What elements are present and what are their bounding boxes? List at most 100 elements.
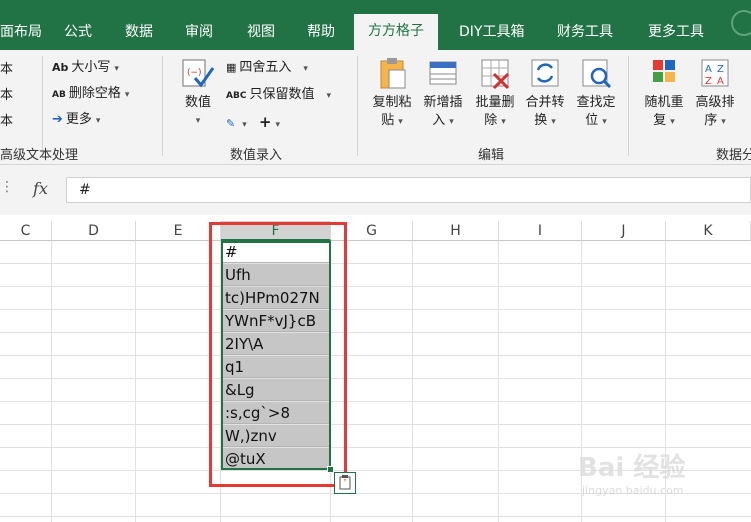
- gridline: [220, 241, 221, 522]
- text-tool-1[interactable]: 本: [0, 60, 13, 80]
- column-header-k[interactable]: K: [666, 221, 751, 241]
- batch-delete-button[interactable]: 批量删 除 ▾: [471, 56, 519, 131]
- case-icon: Ab: [52, 61, 69, 74]
- column-header-h[interactable]: H: [413, 221, 499, 241]
- formula-bar: ⋮ fx #: [0, 165, 751, 215]
- batch-delete-label-2: 除: [484, 113, 498, 128]
- paste-options-icon[interactable]: [334, 472, 356, 494]
- value-label: 数值: [184, 95, 211, 110]
- svg-text:(−): (−): [187, 68, 202, 78]
- lightbulb-icon[interactable]: [727, 0, 751, 50]
- tab-more-tools[interactable]: 更多工具: [648, 18, 704, 48]
- cell-f10[interactable]: @tuX: [222, 448, 330, 470]
- remove-spaces-label: 删除空格: [68, 86, 121, 101]
- gridline: [51, 241, 52, 522]
- insert-label-2: 入: [432, 113, 446, 128]
- value-check-icon: (−): [181, 56, 215, 90]
- sort-label-2: 序: [704, 113, 718, 128]
- remove-spaces-icon: AB: [52, 90, 66, 100]
- gridline: [330, 241, 331, 522]
- value-button[interactable]: (−) 数值 ▾: [174, 56, 222, 130]
- edit-icon: ✎: [226, 117, 236, 130]
- svg-text:A: A: [717, 76, 724, 87]
- more-text-button[interactable]: ➔ 更多 ▾: [52, 110, 100, 130]
- tab-diy-toolbox[interactable]: DIY工具箱: [459, 18, 524, 48]
- remove-spaces-button[interactable]: AB 删除空格 ▾: [52, 84, 129, 104]
- gridline: [498, 241, 499, 522]
- column-header-g[interactable]: G: [331, 221, 413, 241]
- tab-page-layout[interactable]: 面布局: [0, 18, 42, 48]
- cell-f5[interactable]: 2IY\A: [222, 333, 330, 355]
- random-label-1: 随机重: [644, 95, 684, 110]
- insert-label-1: 新增插: [423, 95, 463, 110]
- worksheet[interactable]: C D E F G H I J K # Ufh tc)HPm027N YWnF*…: [0, 215, 751, 522]
- gridline: [135, 241, 136, 522]
- group-label-data: 数据分: [716, 148, 751, 163]
- gridline: [0, 263, 751, 264]
- text-tool-3[interactable]: 本: [0, 112, 13, 132]
- svg-text:Z: Z: [717, 64, 724, 75]
- keep-value-label: 只保留数值: [249, 87, 315, 102]
- column-header-j[interactable]: J: [582, 221, 666, 241]
- watermark-url: jingyan.baidu.com: [582, 484, 684, 497]
- cell-f2[interactable]: Ufh: [222, 264, 330, 286]
- tab-review[interactable]: 审阅: [185, 18, 213, 48]
- merge-label-1: 合并转: [525, 95, 565, 110]
- clipboard-icon: [375, 56, 409, 90]
- ribbon-tab-bar: 面布局 公式 数据 审阅 视图 帮助 方方格子 DIY工具箱 财务工具 更多工具: [0, 0, 751, 50]
- magnifier-icon: [579, 56, 613, 90]
- sort-az-icon: A Z Z A: [698, 56, 732, 90]
- cell-f9[interactable]: W,)znv: [222, 425, 330, 447]
- column-header-c[interactable]: C: [0, 221, 52, 241]
- abc-icon: ABC: [226, 91, 247, 101]
- arrow-right-icon: ➔: [52, 112, 63, 127]
- svg-text:Z: Z: [705, 76, 712, 87]
- text-tool-2[interactable]: 本: [0, 86, 13, 106]
- tab-formulas[interactable]: 公式: [64, 18, 92, 48]
- column-header-d[interactable]: D: [52, 221, 136, 241]
- copy-paste-label-2: 贴: [381, 113, 395, 128]
- copy-paste-button[interactable]: 复制粘 贴 ▾: [368, 56, 416, 131]
- fx-icon[interactable]: fx: [33, 179, 48, 198]
- round-label: 四舍五入: [239, 60, 292, 75]
- cell-f8[interactable]: :s,cg`>8: [222, 402, 330, 424]
- merge-convert-button[interactable]: 合并转 换 ▾: [521, 56, 569, 131]
- separator: [628, 56, 629, 156]
- tab-fangfang[interactable]: 方方格子: [354, 14, 438, 50]
- baidu-watermark: Bai 经验 jingyan.baidu.com: [578, 447, 728, 507]
- gridline: [0, 401, 751, 402]
- find-locate-button[interactable]: 查找定 位 ▾: [572, 56, 620, 131]
- edit-tools-button[interactable]: ✎ ▾ + ▾: [226, 112, 280, 132]
- cell-f3[interactable]: tc)HPm027N: [222, 287, 330, 309]
- keep-value-button[interactable]: ABC 只保留数值 ▾: [226, 85, 331, 105]
- advanced-sort-button[interactable]: A Z Z A 高级排 序 ▾: [691, 56, 739, 131]
- batch-delete-label-1: 批量删: [475, 95, 515, 110]
- group-label-text: 高级文本处理: [0, 148, 79, 163]
- tab-data[interactable]: 数据: [125, 18, 153, 48]
- random-label-2: 复: [653, 113, 667, 128]
- cell-f4[interactable]: YWnF*vJ}cB: [222, 310, 330, 332]
- tab-finance-tools[interactable]: 财务工具: [557, 18, 613, 48]
- grid-icon: ▦: [226, 61, 237, 74]
- plus-icon: +: [258, 113, 272, 131]
- round-button[interactable]: ▦ 四舍五入 ▾: [226, 58, 308, 78]
- cell-f1[interactable]: #: [222, 241, 330, 263]
- merge-icon: [528, 56, 562, 90]
- cell-f7[interactable]: &Lg: [222, 379, 330, 401]
- column-header-i[interactable]: I: [499, 221, 582, 241]
- gridline: [0, 332, 751, 333]
- tab-view[interactable]: 视图: [247, 18, 275, 48]
- insert-button[interactable]: 新增插 入 ▾: [419, 56, 467, 131]
- find-label-2: 位: [585, 113, 599, 128]
- formula-input[interactable]: #: [66, 177, 751, 203]
- column-header-e[interactable]: E: [136, 221, 221, 241]
- column-header-f[interactable]: F: [221, 221, 331, 241]
- tab-help[interactable]: 帮助: [307, 18, 335, 48]
- cell-f6[interactable]: q1: [222, 356, 330, 378]
- gridline: [0, 355, 751, 356]
- gridline: [0, 378, 751, 379]
- fill-handle[interactable]: [327, 466, 334, 473]
- case-convert-button[interactable]: Ab 大小写 ▾: [52, 58, 119, 78]
- gridline: [0, 424, 751, 425]
- random-repeat-button[interactable]: 随机重 复 ▾: [640, 56, 688, 131]
